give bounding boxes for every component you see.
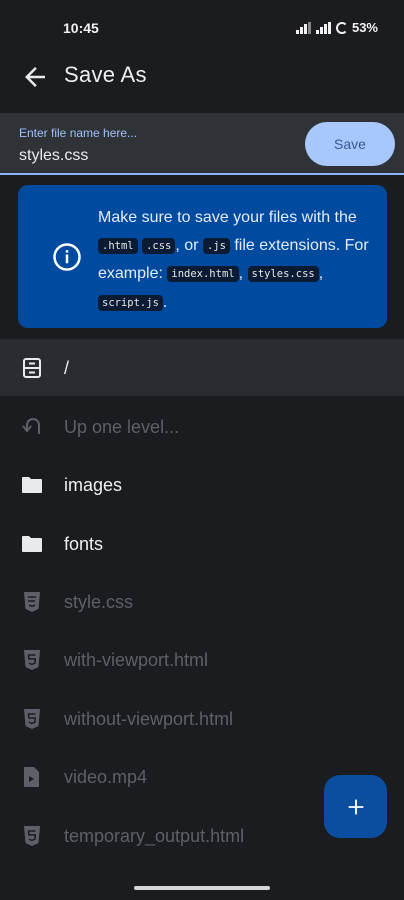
home-indicator[interactable] (134, 886, 270, 890)
save-button[interactable]: Save (305, 122, 395, 166)
example-index-code: index.html (167, 266, 239, 282)
info-icon (53, 243, 81, 271)
example-styles-code: styles.css (247, 266, 319, 282)
page-title: Save As (64, 62, 147, 87)
ext-css-code: .css (142, 237, 176, 254)
battery-percent: 53% (351, 20, 378, 35)
list-item-with-viewport[interactable]: with-viewport.html (0, 630, 404, 688)
info-card: Make sure to save your files with the .h… (18, 185, 387, 328)
status-bar: 10:45 53% (0, 0, 404, 56)
battery-icon (335, 21, 348, 34)
list-item-label: fonts (64, 534, 104, 554)
info-text-part: Make sure to save your files with the (98, 209, 357, 226)
info-text-part: , or (175, 236, 199, 254)
arrow-back-icon (25, 67, 45, 87)
new-folder-fab[interactable] (324, 775, 387, 838)
info-text-part: , (318, 265, 324, 282)
list-item-label: Up one level... (64, 417, 180, 437)
html-file-icon (24, 709, 40, 729)
status-time: 10:45 (63, 20, 99, 36)
list-item-label: without-viewport.html (64, 709, 234, 729)
info-message: Make sure to save your files with the .h… (98, 204, 378, 317)
current-path-row: / (0, 339, 404, 396)
status-icons: 53% (295, 20, 378, 35)
list-item-label: video.mp4 (64, 767, 148, 787)
list-item-label: images (64, 475, 123, 495)
html-file-icon (24, 826, 40, 846)
list-item-label: temporary_output.html (64, 826, 245, 846)
example-script-code: script.js (98, 294, 163, 311)
info-text-part: , (238, 265, 244, 282)
plus-icon (348, 799, 363, 814)
filename-field[interactable]: Enter file name here... styles.css Save (0, 113, 404, 175)
list-item-without-viewport[interactable]: without-viewport.html (0, 689, 404, 747)
current-path-label: / (64, 358, 70, 378)
list-item-fonts-folder[interactable]: fonts (0, 514, 404, 572)
wifi-signal-icon (295, 21, 312, 34)
list-item-images-folder[interactable]: images (0, 455, 404, 513)
up-level-icon (22, 418, 40, 434)
video-file-icon (24, 767, 39, 787)
list-item-label: with-viewport.html (64, 650, 209, 670)
list-item-label: style.css (64, 592, 134, 612)
ext-js-code: .js (202, 237, 230, 254)
cell-signal-icon (315, 21, 332, 34)
filename-placeholder: Enter file name here... (19, 126, 138, 140)
html-file-icon (24, 650, 40, 670)
folder-icon (22, 536, 42, 552)
storage-icon (23, 358, 41, 378)
filename-input[interactable]: styles.css (19, 147, 88, 165)
app-bar: Save As (0, 56, 404, 112)
folder-icon (22, 477, 42, 493)
list-item-style-css[interactable]: style.css (0, 572, 404, 630)
back-button[interactable] (20, 62, 50, 92)
css-file-icon (24, 592, 40, 612)
info-text-part: . (162, 293, 168, 311)
ext-html-code: .html (98, 237, 138, 254)
list-item-up-level[interactable]: Up one level... (0, 397, 404, 455)
